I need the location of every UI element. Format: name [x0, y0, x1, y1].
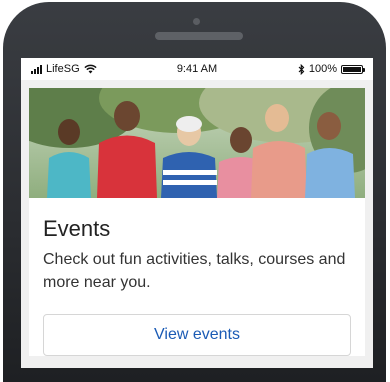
events-hero-image — [29, 88, 365, 198]
card-content: Events Check out fun activities, talks, … — [29, 198, 365, 356]
phone-frame: LifeSG 9:41 AM 100% Events Check out fun… — [3, 2, 386, 382]
carrier-name: LifeSG — [46, 63, 80, 75]
card-title: Events — [43, 216, 111, 241]
battery-fill — [342, 66, 361, 72]
bluetooth-icon — [298, 63, 305, 75]
front-camera — [193, 18, 200, 25]
view-events-button[interactable]: View events — [43, 314, 351, 356]
battery-icon — [340, 64, 365, 74]
status-left: LifeSG — [31, 63, 141, 75]
status-bar: LifeSG 9:41 AM 100% — [21, 58, 373, 80]
signal-icon — [31, 64, 42, 74]
battery-percent: 100% — [308, 63, 337, 75]
events-card: Events Check out fun activities, talks, … — [29, 88, 365, 356]
card-description: Check out fun activities, talks, courses… — [43, 251, 346, 291]
wifi-icon — [84, 64, 97, 74]
status-time: 9:41 AM — [176, 63, 218, 75]
status-right: 100% — [253, 63, 365, 75]
earpiece-speaker — [155, 32, 243, 40]
phone-screen: LifeSG 9:41 AM 100% Events Check out fun… — [21, 58, 373, 368]
